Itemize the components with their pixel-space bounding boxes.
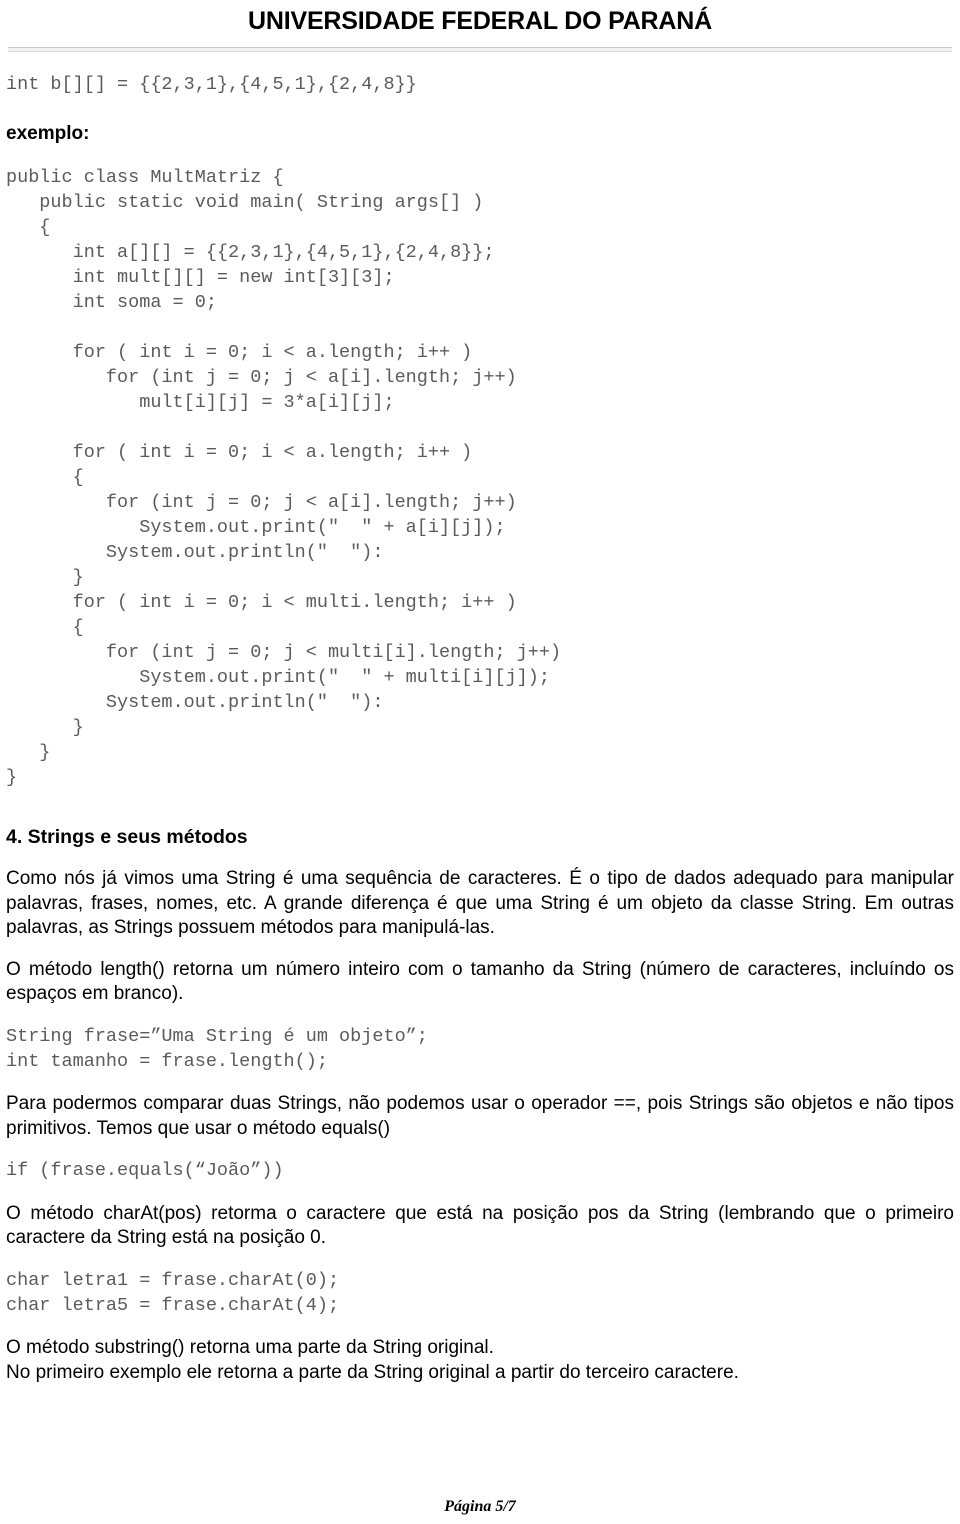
example-label: exemplo:	[6, 123, 90, 144]
paragraph-equals-method: Para podermos comparar duas Strings, não…	[6, 1093, 954, 1139]
document-page: UNIVERSIDADE FEDERAL DO PARANÁ int b[][]…	[0, 0, 960, 1524]
code-length-example: String frase=”Uma String é um objeto”; i…	[6, 1025, 428, 1072]
header-divider	[8, 47, 952, 52]
page-number-footer: Página 5/7	[444, 1498, 516, 1515]
paragraph-block-2: O método length() retorna um número inte…	[6, 958, 954, 1007]
paragraph-block-1: Como nós já vimos uma String é uma sequê…	[6, 867, 954, 941]
paragraph-block-4: O método charAt(pos) retorma o caractere…	[6, 1202, 954, 1251]
code-array-declaration: int b[][] = {{2,3,1},{4,5,1},{2,4,8}}	[6, 74, 417, 95]
code-charat-example: char letra1 = frase.charAt(0); char letr…	[6, 1269, 340, 1316]
section-strings: 4. Strings e seus métodos	[6, 824, 954, 850]
paragraph-substring-line-1: O método substring() retorna uma parte d…	[6, 1337, 494, 1358]
section-heading-strings: 4. Strings e seus métodos	[6, 826, 248, 848]
paragraph-block-5: O método substring() retorna uma parte d…	[6, 1336, 954, 1385]
paragraph-length-method: O método length() retorna um número inte…	[6, 958, 954, 1005]
paragraph-substring-line-2: No primeiro exemplo ele retorna a parte …	[6, 1361, 739, 1383]
paragraph-charat-method: O método charAt(pos) retorma o caractere…	[6, 1202, 954, 1249]
paragraph-strings-intro: Como nós já vimos uma String é uma sequê…	[6, 868, 954, 938]
document-header-title: UNIVERSIDADE FEDERAL DO PARANÁ	[248, 7, 712, 35]
code-multmatriz-listing: public class MultMatriz { public static …	[6, 167, 562, 788]
paragraph-block-3: Para podermos comparar duas Strings, não…	[6, 1092, 954, 1141]
code-equals-example: if (frase.equals(“João”))	[6, 1160, 284, 1181]
